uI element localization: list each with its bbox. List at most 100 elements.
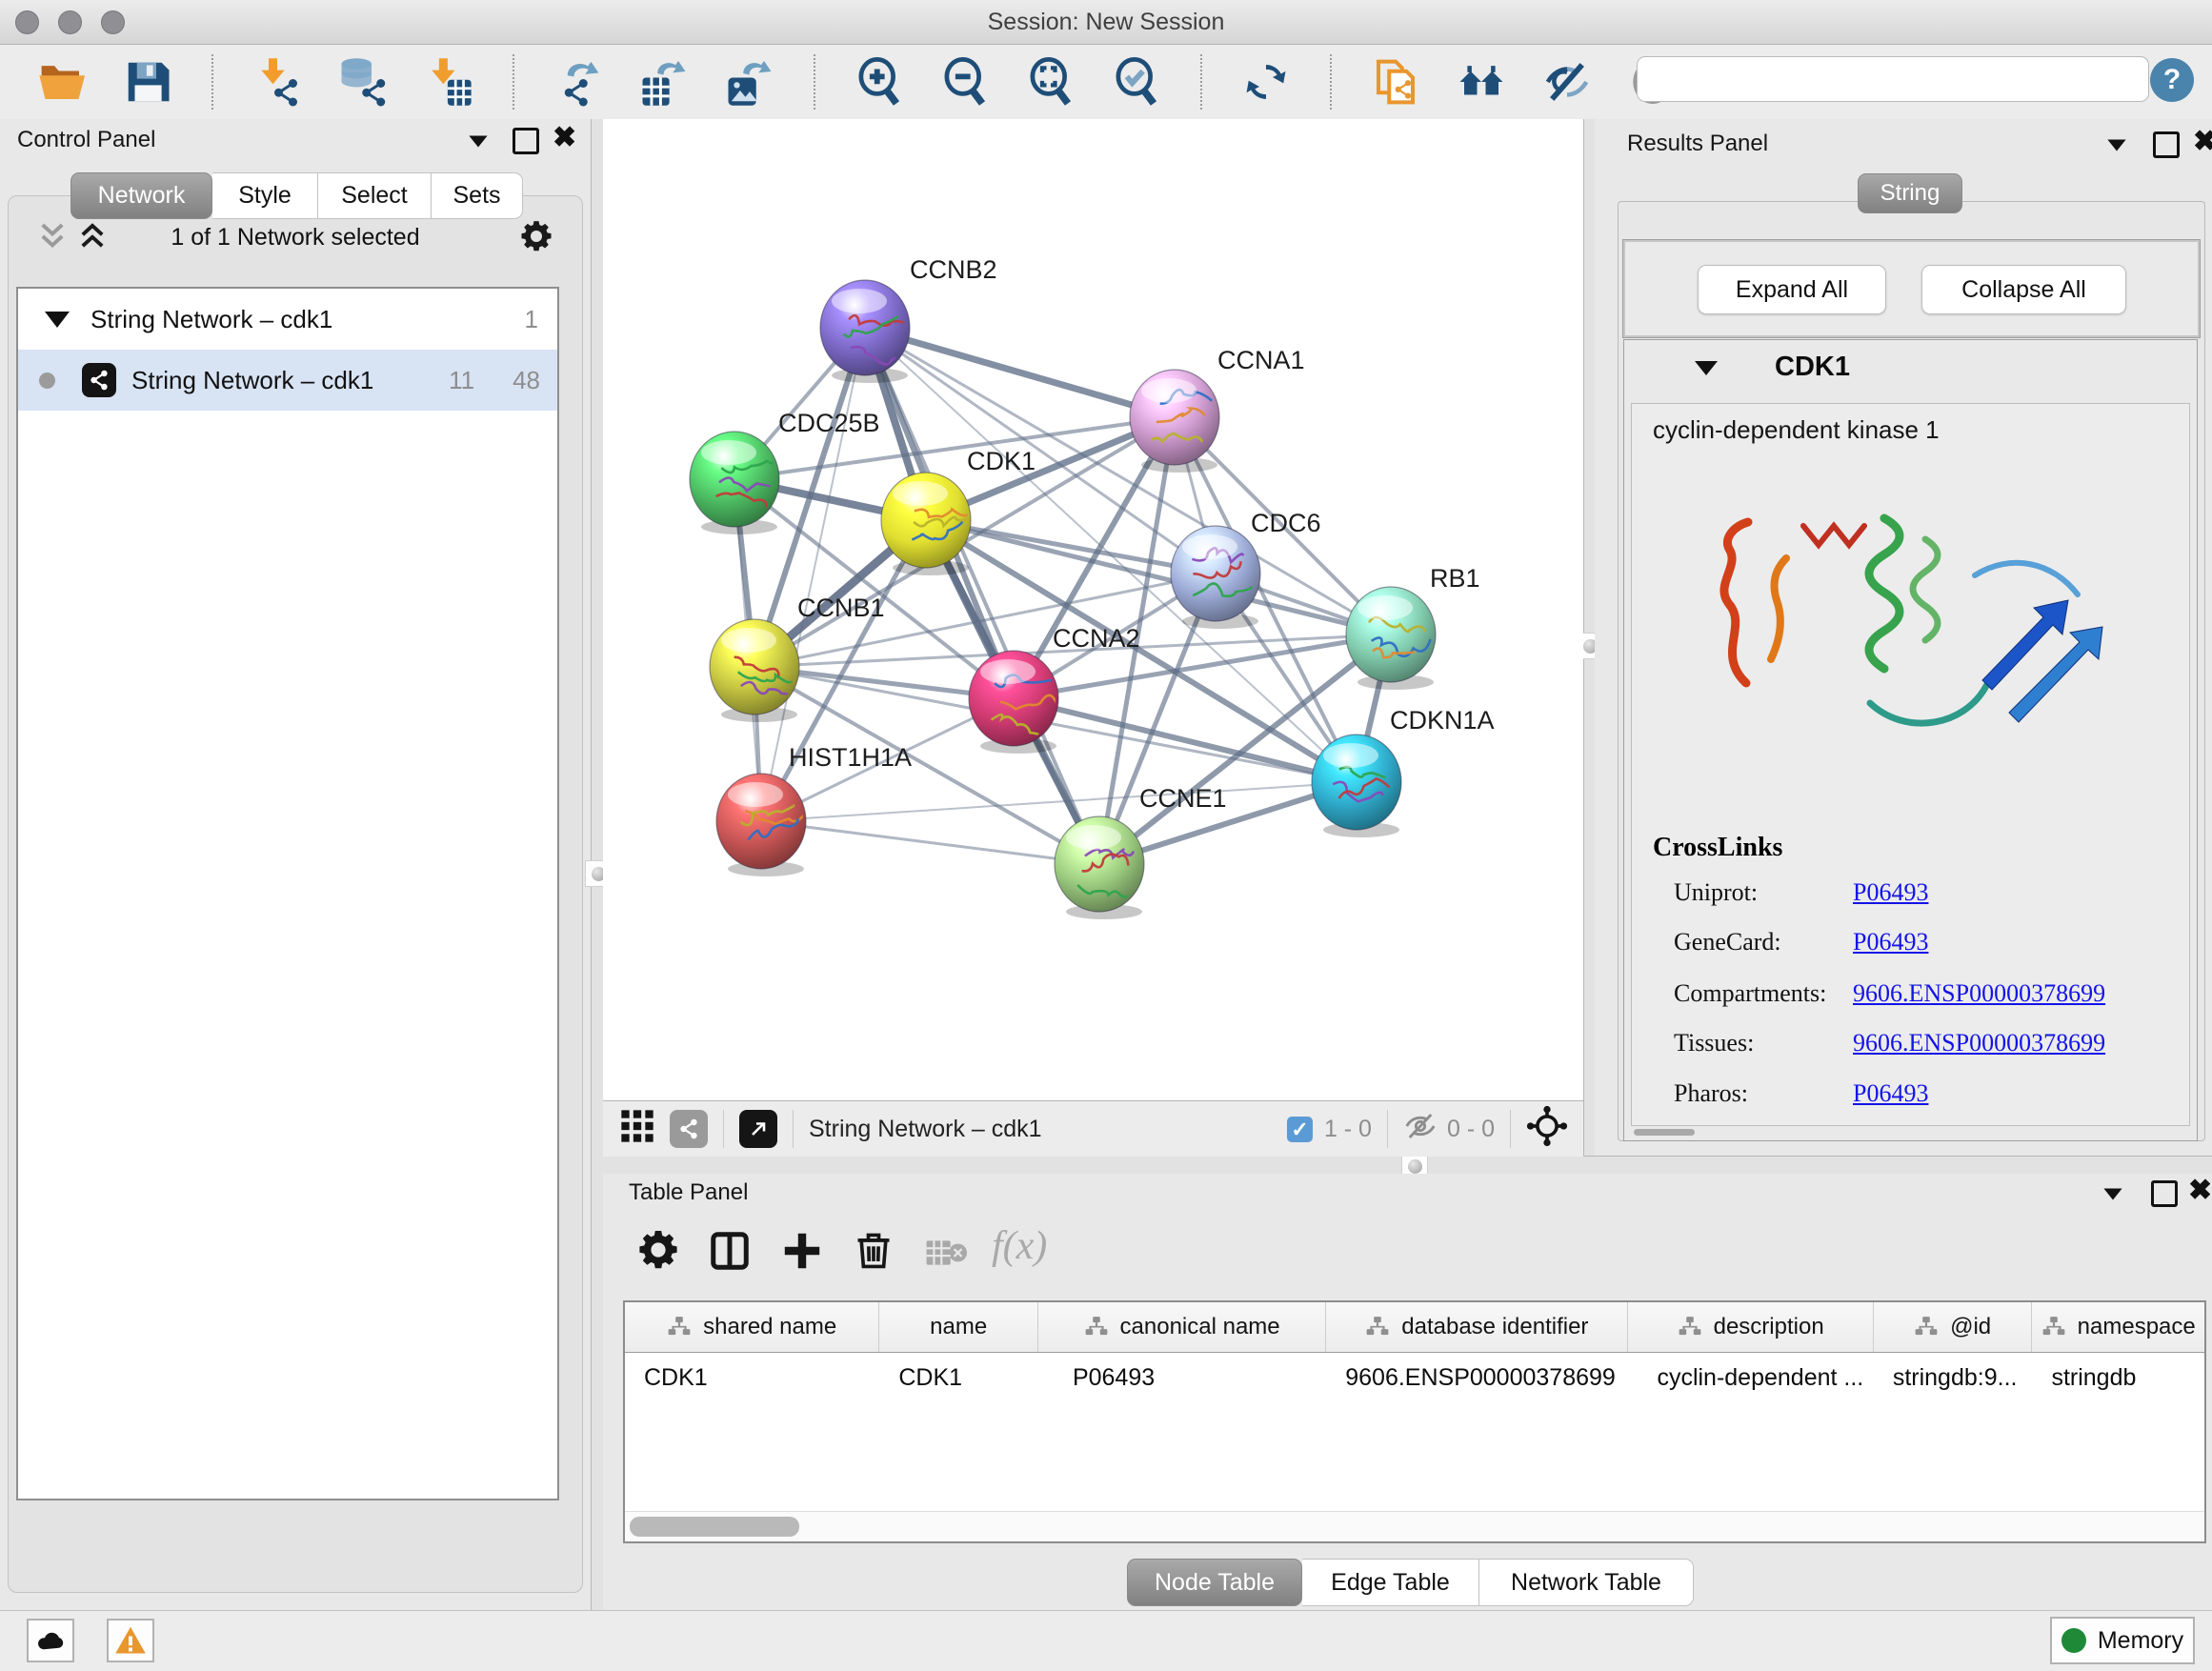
warnings-button[interactable] bbox=[107, 1619, 154, 1662]
results-panel-collapse-icon[interactable] bbox=[2105, 138, 2128, 157]
export-table-icon[interactable] bbox=[638, 56, 690, 108]
string-view-icon[interactable] bbox=[670, 1110, 708, 1148]
memory-button[interactable]: Memory bbox=[2050, 1617, 2195, 1664]
expand-all-networks-icon[interactable] bbox=[76, 220, 109, 257]
copy-icon[interactable] bbox=[1370, 56, 1421, 108]
collection-label: String Network – cdk1 bbox=[90, 305, 525, 334]
open-in-new-window-icon[interactable] bbox=[739, 1110, 777, 1148]
fit-selected-crosshair-icon[interactable] bbox=[1526, 1105, 1568, 1154]
zoom-in-icon[interactable] bbox=[854, 56, 905, 108]
edge-CCNA2-CDKN1A[interactable] bbox=[1014, 698, 1357, 782]
table-panel-float-icon[interactable] bbox=[2151, 1180, 2178, 1212]
tab-network-table[interactable]: Network Table bbox=[1479, 1559, 1694, 1606]
control-panel-float-icon[interactable] bbox=[513, 128, 539, 159]
network-node-CCNB1[interactable]: CCNB1 bbox=[710, 594, 885, 722]
network-options-gear-icon[interactable] bbox=[518, 218, 554, 259]
column-header-description[interactable]: description bbox=[1628, 1302, 1873, 1352]
crosslink-link[interactable]: 9606.ENSP00000378699 bbox=[1853, 1029, 2105, 1057]
expand-all-button[interactable]: Expand All bbox=[1698, 265, 1886, 314]
tab-node-table[interactable]: Node Table bbox=[1127, 1559, 1302, 1606]
selected-checkbox-icon[interactable]: ✓ bbox=[1287, 1117, 1313, 1142]
network-row[interactable]: String Network – cdk1 11 48 bbox=[18, 350, 557, 411]
export-network-icon[interactable] bbox=[553, 56, 604, 108]
column-header-id[interactable]: @id bbox=[1874, 1302, 2033, 1352]
tab-style[interactable]: Style bbox=[212, 172, 318, 219]
zoom-selected-icon[interactable] bbox=[1111, 56, 1162, 108]
crosslink-link[interactable]: P06493 bbox=[1853, 1079, 1928, 1108]
control-panel-close-icon[interactable]: ✖ bbox=[553, 128, 576, 149]
home-icon[interactable] bbox=[1456, 56, 1507, 108]
control-panel-collapse-icon[interactable] bbox=[467, 134, 490, 153]
cell-shared-name[interactable]: CDK1 bbox=[625, 1353, 879, 1402]
cell-namespace[interactable]: stringdb bbox=[2032, 1353, 2204, 1402]
network-node-HIST1H1A[interactable]: HIST1H1A bbox=[716, 743, 912, 876]
delete-column-trash-icon[interactable] bbox=[853, 1229, 895, 1276]
network-collection-row[interactable]: String Network – cdk1 1 bbox=[18, 289, 557, 350]
results-panel: Results Panel ✖ String Expand All Collap… bbox=[1595, 119, 2212, 1156]
memory-label: Memory bbox=[2098, 1627, 2183, 1655]
crosslink-link[interactable]: P06493 bbox=[1853, 878, 1928, 907]
edge-CCNB2-CCNA1[interactable] bbox=[865, 328, 1175, 417]
import-table-from-file-icon[interactable] bbox=[423, 56, 474, 108]
table-panel-title: Table Panel bbox=[629, 1179, 748, 1206]
hide-selected-icon[interactable] bbox=[1541, 56, 1593, 108]
tab-network[interactable]: Network bbox=[70, 172, 212, 219]
table-row[interactable]: CDK1 CDK1 P06493 9606.ENSP00000378699 cy… bbox=[625, 1353, 2204, 1402]
zoom-out-icon[interactable] bbox=[939, 56, 991, 108]
cell-database-identifier[interactable]: 9606.ENSP00000378699 bbox=[1326, 1353, 1628, 1402]
collapse-all-button[interactable]: Collapse All bbox=[1921, 265, 2126, 314]
table-hscrollbar-thumb[interactable] bbox=[630, 1517, 799, 1537]
cell-description[interactable]: cyclin-dependent ... bbox=[1628, 1353, 1873, 1402]
save-session-icon[interactable] bbox=[122, 56, 173, 108]
import-network-from-database-icon[interactable] bbox=[337, 56, 389, 108]
birdseye-grid-icon[interactable] bbox=[618, 1107, 656, 1152]
crosslink-link[interactable]: 9606.ENSP00000378699 bbox=[1853, 979, 2105, 1008]
table-hscrollbar[interactable] bbox=[625, 1511, 2204, 1541]
collapse-all-networks-icon[interactable] bbox=[36, 220, 69, 257]
results-panel-close-icon[interactable]: ✖ bbox=[2193, 131, 2212, 152]
results-panel-float-icon[interactable] bbox=[2153, 131, 2180, 163]
import-network-from-file-icon[interactable] bbox=[251, 56, 303, 108]
cloud-button[interactable] bbox=[27, 1619, 74, 1662]
tab-edge-table[interactable]: Edge Table bbox=[1302, 1559, 1479, 1606]
bottom-splitter[interactable] bbox=[603, 1156, 2212, 1176]
help-icon[interactable]: ? bbox=[2150, 58, 2194, 102]
network-node-CCNB2[interactable]: CCNB2 bbox=[820, 255, 997, 383]
network-edge-count: 48 bbox=[513, 366, 540, 395]
cell-canonical-name[interactable]: P06493 bbox=[1038, 1353, 1326, 1402]
edge-HIST1H1A-CCNE1[interactable] bbox=[761, 821, 1099, 864]
cell-id[interactable]: stringdb:9... bbox=[1874, 1353, 2033, 1402]
network-node-CDKN1A[interactable]: CDKN1A bbox=[1312, 706, 1495, 837]
column-type-icon bbox=[1084, 1315, 1109, 1339]
add-column-icon[interactable] bbox=[780, 1229, 824, 1278]
tab-string[interactable]: String bbox=[1858, 173, 1962, 213]
network-canvas[interactable]: CCNB2CCNA1CDC25BCDK1CDC6RB1CCNB1CCNA2CDK… bbox=[603, 119, 1583, 1100]
entry-collapse-icon[interactable] bbox=[1695, 361, 1718, 380]
table-panel-close-icon[interactable]: ✖ bbox=[2188, 1180, 2212, 1201]
node-label-CDC25B: CDC25B bbox=[778, 409, 880, 437]
column-header-database-identifier[interactable]: database identifier bbox=[1326, 1302, 1628, 1352]
open-session-icon[interactable] bbox=[36, 56, 88, 108]
search-input[interactable] bbox=[1637, 56, 2149, 102]
network-node-CCNA1[interactable]: CCNA1 bbox=[1130, 346, 1305, 473]
tab-select[interactable]: Select bbox=[318, 172, 432, 219]
table-options-gear-icon[interactable] bbox=[635, 1227, 681, 1278]
column-header-namespace[interactable]: namespace bbox=[2032, 1302, 2204, 1352]
crosslink-label: GeneCard: bbox=[1674, 928, 1781, 956]
export-image-icon[interactable] bbox=[724, 56, 775, 108]
network-node-CCNE1[interactable]: CCNE1 bbox=[1055, 784, 1227, 919]
network-node-RB1[interactable]: RB1 bbox=[1346, 564, 1480, 690]
column-header-shared-name[interactable]: shared name bbox=[625, 1302, 879, 1352]
column-header-name[interactable]: name bbox=[879, 1302, 1038, 1352]
column-header-canonical-name[interactable]: canonical name bbox=[1038, 1302, 1326, 1352]
table-panel-collapse-icon[interactable] bbox=[2101, 1187, 2124, 1206]
collection-expand-icon[interactable] bbox=[45, 312, 70, 328]
show-columns-icon[interactable] bbox=[708, 1229, 752, 1278]
refresh-icon[interactable] bbox=[1240, 56, 1292, 108]
cell-name[interactable]: CDK1 bbox=[879, 1353, 1038, 1402]
results-hscrollbar[interactable] bbox=[1634, 1129, 1695, 1136]
crosslink-link[interactable]: P06493 bbox=[1853, 928, 1928, 956]
zoom-fit-icon[interactable] bbox=[1025, 56, 1076, 108]
tab-sets[interactable]: Sets bbox=[432, 172, 523, 219]
column-type-icon bbox=[1914, 1315, 1939, 1339]
